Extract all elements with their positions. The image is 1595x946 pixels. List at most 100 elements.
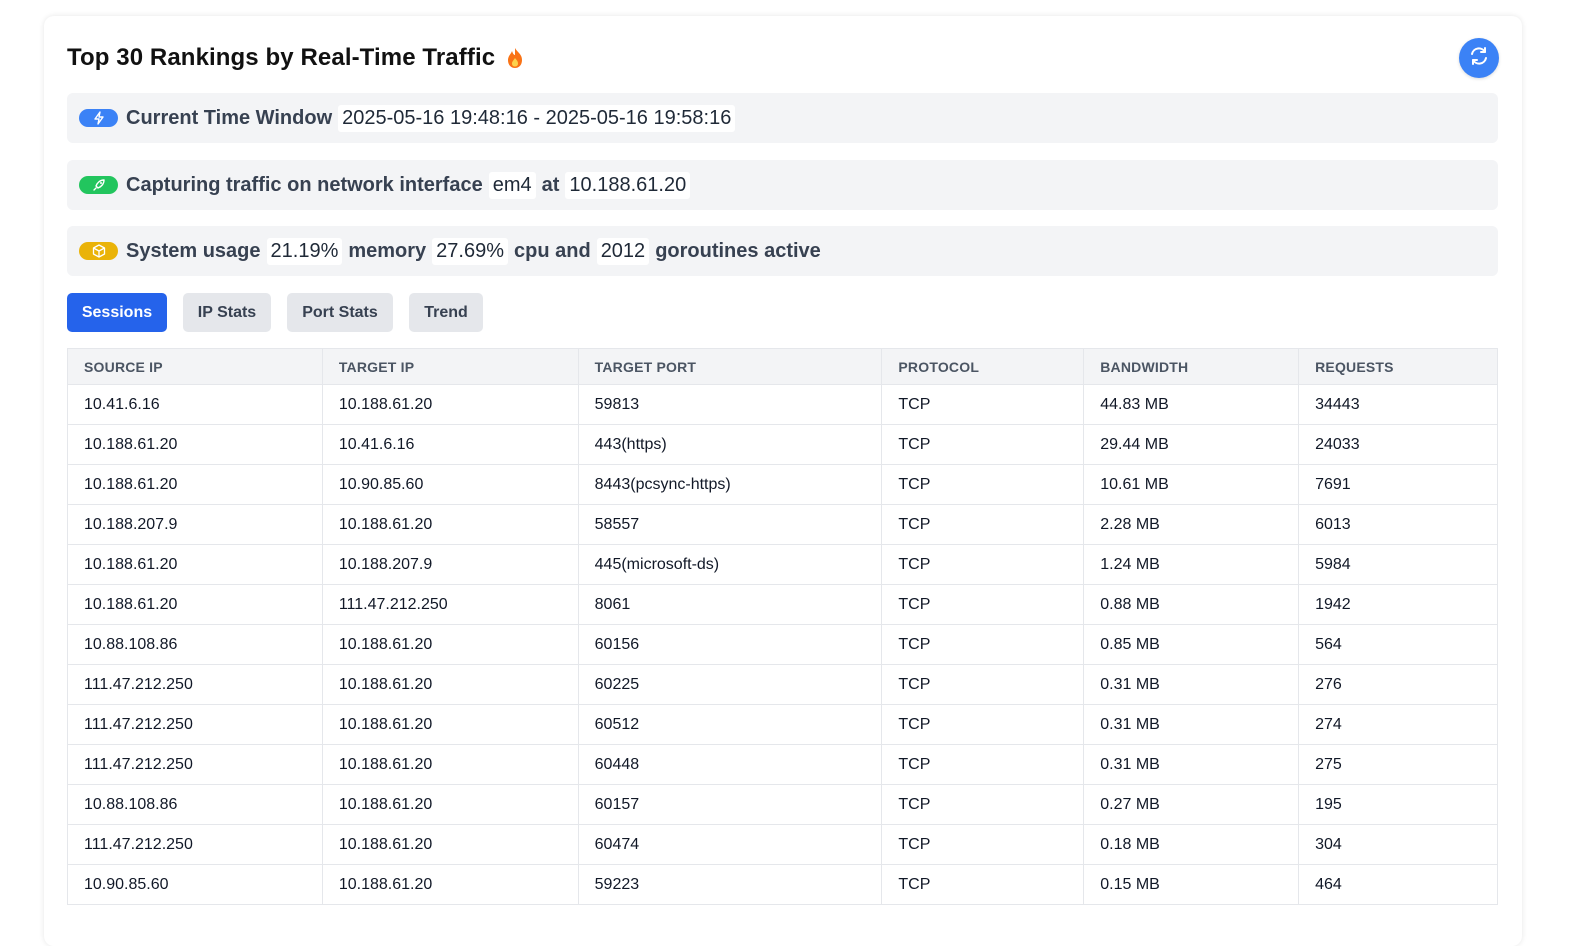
cube-icon [79, 242, 118, 260]
target-ip-cell: 10.188.61.20 [321, 744, 579, 785]
requests-cell: 5984 [1298, 544, 1498, 585]
requests-cell: 464 [1298, 864, 1498, 905]
table-row[interactable]: 10.188.61.20 10.41.6.16 443(https) TCP 29.44… [67, 424, 1498, 465]
bandwidth-cell: 0.15 MB [1083, 864, 1300, 905]
target-port-cell: 60157 [577, 784, 883, 825]
requests-cell: 195 [1298, 784, 1498, 825]
requests-cell: 1942 [1298, 584, 1498, 625]
rocket-icon [79, 176, 118, 194]
bandwidth-cell: 0.31 MB [1083, 704, 1300, 745]
source-ip-cell: 111.47.212.250 [67, 664, 323, 705]
cpu-label: cpu and [514, 239, 591, 262]
bandwidth-cell: 0.31 MB [1083, 664, 1300, 705]
requests-cell: 24033 [1298, 424, 1498, 465]
capture-label: Capturing traffic on network interface [126, 173, 483, 196]
bandwidth-cell: 29.44 MB [1083, 424, 1300, 465]
source-ip-cell: 10.88.108.86 [67, 784, 323, 825]
tab-sessions[interactable]: Sessions [67, 293, 167, 332]
column-header-source-ip[interactable]: SOURCE IP [67, 348, 323, 385]
protocol-cell: TCP [881, 784, 1085, 825]
page-title: Top 30 Rankings by Real-Time Traffic [67, 44, 496, 71]
protocol-cell: TCP [881, 504, 1085, 545]
protocol-cell: TCP [881, 664, 1085, 705]
source-ip-cell: 111.47.212.250 [67, 744, 323, 785]
fire-icon [505, 47, 525, 69]
target-ip-cell: 10.188.61.20 [321, 384, 579, 425]
source-ip-cell: 10.188.61.20 [67, 424, 323, 465]
target-ip-cell: 10.188.61.20 [321, 704, 579, 745]
target-port-cell: 60156 [577, 624, 883, 665]
goroutines-label: goroutines active [655, 239, 821, 262]
source-ip-cell: 10.90.85.60 [67, 864, 323, 905]
table-row[interactable]: 10.88.108.86 10.188.61.20 60157 TCP 0.27 MB 1… [67, 784, 1498, 825]
time-window-value: 2025-05-16 19:48:16 - 2025-05-16 19:58:1… [338, 104, 736, 132]
column-header-target-ip[interactable]: TARGET IP [321, 348, 579, 385]
tab-trend[interactable]: Trend [409, 293, 483, 332]
bandwidth-cell: 10.61 MB [1083, 464, 1300, 505]
refresh-button[interactable] [1459, 38, 1499, 78]
requests-cell: 34443 [1298, 384, 1498, 425]
requests-cell: 304 [1298, 824, 1498, 865]
table-row[interactable]: 10.188.207.9 10.188.61.20 58557 TCP 2.28 MB 6… [67, 504, 1498, 545]
target-port-cell: 8061 [577, 584, 883, 625]
time-window-label: Current Time Window [126, 106, 333, 129]
system-usage-label: System usage [126, 239, 261, 262]
target-port-cell: 59813 [577, 384, 883, 425]
bandwidth-cell: 0.31 MB [1083, 744, 1300, 785]
target-port-cell: 58557 [577, 504, 883, 545]
bandwidth-cell: 0.85 MB [1083, 624, 1300, 665]
protocol-cell: TCP [881, 704, 1085, 745]
target-port-cell: 60448 [577, 744, 883, 785]
table-row[interactable]: 10.188.61.20 10.188.207.9 445(microsoft-ds… [67, 544, 1498, 585]
target-port-cell: 60512 [577, 704, 883, 745]
requests-cell: 7691 [1298, 464, 1498, 505]
page-header: Top 30 Rankings by Real-Time Traffic [67, 41, 525, 75]
tab-ip-stats[interactable]: IP Stats [183, 293, 271, 332]
table-row[interactable]: 111.47.212.250 10.188.61.20 60448 TCP 0.31 M… [67, 744, 1498, 785]
table-header-row: SOURCE IP TARGET IP TARGET PORT PROTOCOL… [67, 348, 1498, 385]
target-ip-cell: 10.188.61.20 [321, 864, 579, 905]
protocol-cell: TCP [881, 864, 1085, 905]
target-port-cell: 445(microsoft-ds) [577, 544, 883, 585]
target-port-cell: 8443(pcsync-https) [577, 464, 883, 505]
capture-interface: em4 [488, 171, 536, 199]
source-ip-cell: 10.88.108.86 [67, 624, 323, 665]
goroutines-value: 2012 [596, 237, 650, 265]
sessions-table-wrapper: SOURCE IP TARGET IP TARGET PORT PROTOCOL… [67, 348, 1498, 905]
target-port-cell: 60225 [577, 664, 883, 705]
target-ip-cell: 111.47.212.250 [321, 584, 579, 625]
column-header-requests[interactable]: REQUESTS [1298, 348, 1498, 385]
table-row[interactable]: 10.88.108.86 10.188.61.20 60156 TCP 0.85 MB 5… [67, 624, 1498, 665]
table-row[interactable]: 10.188.61.20 10.90.85.60 8443(pcsync-https… [67, 464, 1498, 505]
column-header-protocol[interactable]: PROTOCOL [881, 348, 1085, 385]
refresh-icon [1468, 45, 1490, 72]
table-row[interactable]: 10.188.61.20 111.47.212.250 8061 TCP 0.88 MB… [67, 584, 1498, 625]
source-ip-cell: 10.41.6.16 [67, 384, 323, 425]
target-port-cell: 59223 [577, 864, 883, 905]
target-ip-cell: 10.41.6.16 [321, 424, 579, 465]
bandwidth-cell: 44.83 MB [1083, 384, 1300, 425]
requests-cell: 6013 [1298, 504, 1498, 545]
system-usage-bar: System usage 21.19% memory 27.69% cpu an… [67, 226, 1498, 276]
column-header-target-port[interactable]: TARGET PORT [577, 348, 883, 385]
source-ip-cell: 111.47.212.250 [67, 824, 323, 865]
time-window-bar: Current Time Window 2025-05-16 19:48:16 … [67, 93, 1498, 143]
table-row[interactable]: 111.47.212.250 10.188.61.20 60474 TCP 0.18 M… [67, 824, 1498, 865]
capture-bar: Capturing traffic on network interface e… [67, 160, 1498, 210]
target-ip-cell: 10.188.61.20 [321, 824, 579, 865]
source-ip-cell: 10.188.61.20 [67, 584, 323, 625]
bandwidth-cell: 1.24 MB [1083, 544, 1300, 585]
source-ip-cell: 10.188.207.9 [67, 504, 323, 545]
table-row[interactable]: 10.90.85.60 10.188.61.20 59223 TCP 0.15 MB 46… [67, 864, 1498, 905]
table-row[interactable]: 111.47.212.250 10.188.61.20 60512 TCP 0.31 M… [67, 704, 1498, 745]
target-ip-cell: 10.90.85.60 [321, 464, 579, 505]
protocol-cell: TCP [881, 424, 1085, 465]
requests-cell: 564 [1298, 624, 1498, 665]
tab-port-stats[interactable]: Port Stats [287, 293, 393, 332]
table-row[interactable]: 10.41.6.16 10.188.61.20 59813 TCP 44.83 MB 34… [67, 384, 1498, 425]
column-header-bandwidth[interactable]: BANDWIDTH [1083, 348, 1300, 385]
protocol-cell: TCP [881, 624, 1085, 665]
bandwidth-cell: 0.88 MB [1083, 584, 1300, 625]
target-ip-cell: 10.188.61.20 [321, 784, 579, 825]
table-row[interactable]: 111.47.212.250 10.188.61.20 60225 TCP 0.31 M… [67, 664, 1498, 705]
